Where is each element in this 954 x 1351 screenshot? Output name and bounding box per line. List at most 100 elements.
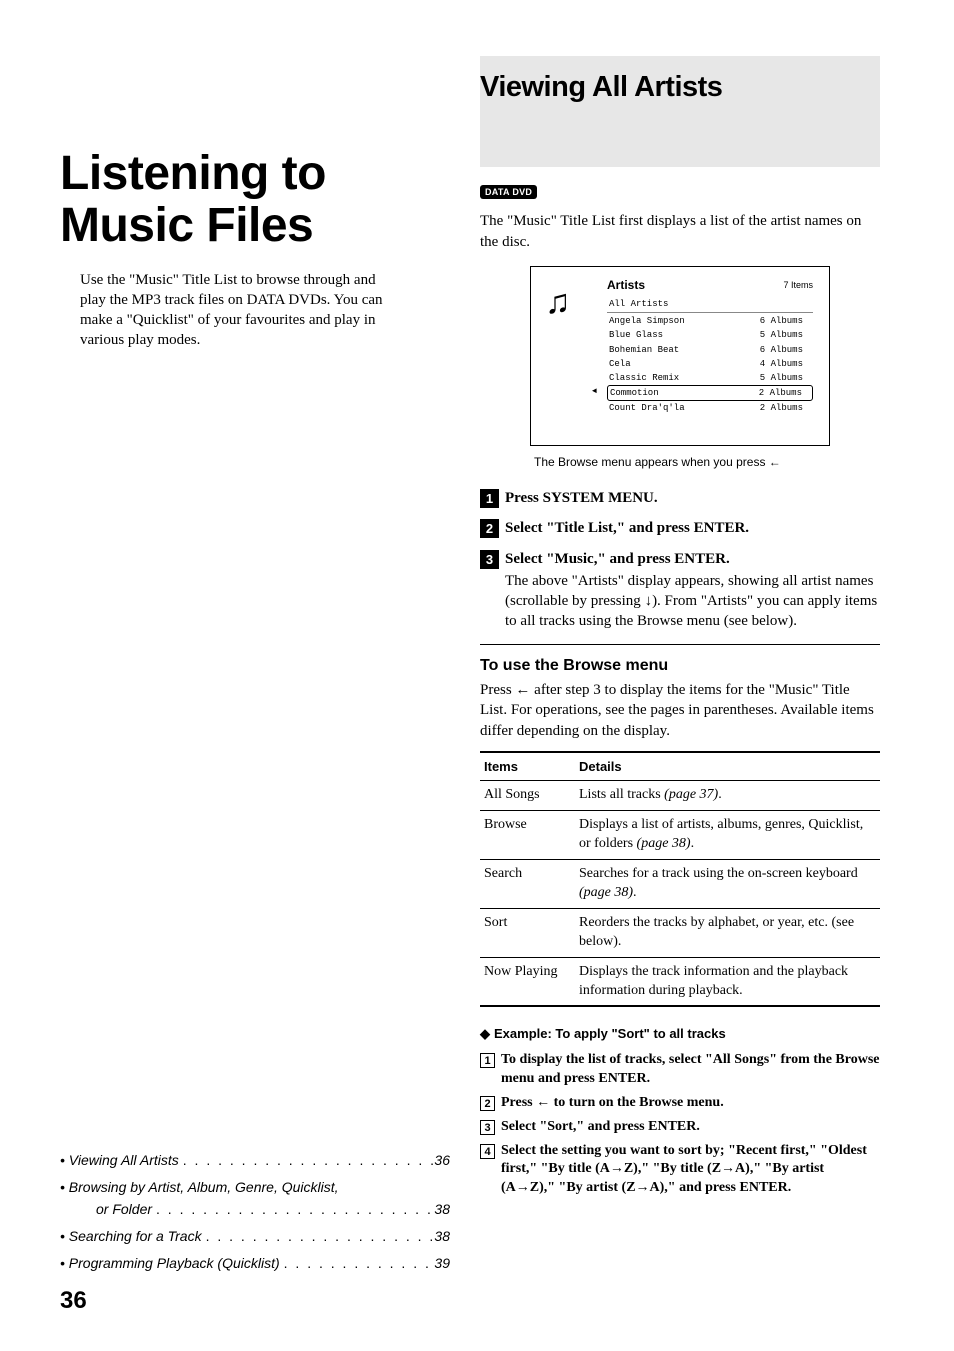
toc-dots: [179, 1151, 435, 1170]
boxed-step-number: 3: [480, 1120, 495, 1135]
step-1: 1 Press SYSTEM MENU.: [480, 488, 880, 508]
toc-page: 38: [434, 1200, 450, 1219]
example-step: 4 Select the setting you want to sort by;…: [480, 1142, 880, 1199]
toc-label-cont: or Folder: [96, 1200, 152, 1219]
table-cell-item: Sort: [480, 908, 575, 957]
section-header-band: Viewing All Artists: [480, 56, 880, 167]
boxed-step-number: 4: [480, 1144, 495, 1159]
list-item: Blue Glass5 Albums: [607, 328, 813, 342]
example-step: 3 Select "Sort," and press ENTER.: [480, 1118, 880, 1137]
toc: • Viewing All Artists 36 • Browsing by A…: [60, 1151, 450, 1273]
toc-item: • Browsing by Artist, Album, Genre, Quic…: [60, 1178, 450, 1197]
toc-dots: [280, 1254, 435, 1273]
toc-item: • Viewing All Artists 36: [60, 1151, 450, 1170]
chapter-title: Listening to Music Files: [60, 148, 450, 252]
album-count: 4 Albums: [760, 358, 811, 370]
toc-dots: [152, 1200, 434, 1219]
table-header-details: Details: [575, 752, 880, 781]
table-row: Now PlayingDisplays the track informatio…: [480, 957, 880, 1006]
step-text: Select "Title List," and press ENTER.: [505, 520, 749, 536]
table-row: SearchSearches for a track using the on-…: [480, 860, 880, 909]
step-number: 3: [480, 550, 499, 569]
list-item: Classic Remix 5 Albums: [607, 371, 813, 385]
step-number: 2: [480, 519, 499, 538]
toc-item: • Searching for a Track 38: [60, 1227, 450, 1246]
example-step: 2 Press ← to turn on the Browse menu.: [480, 1094, 880, 1113]
table-cell-item: Now Playing: [480, 957, 575, 1006]
album-count: 6 Albums: [760, 344, 811, 356]
artist-name: Count Dra'q'la: [609, 402, 739, 414]
artist-name: All Artists: [609, 298, 739, 310]
divider: [480, 644, 880, 645]
table-row: BrowseDisplays a list of artists, albums…: [480, 811, 880, 860]
boxed-step-number: 2: [480, 1096, 495, 1111]
browse-table: Items Details All SongsLists all tracks …: [480, 751, 880, 1008]
list-item: Commotion 2 Albums: [607, 385, 813, 401]
album-count: 2 Albums: [760, 402, 811, 414]
toc-item: • Programming Playback (Quicklist) 39: [60, 1254, 450, 1273]
step-number: 1: [480, 489, 499, 508]
artist-name: Classic Remix: [609, 372, 739, 384]
down-arrow-icon: ↓: [645, 593, 653, 609]
step-text: Press SYSTEM MENU.: [505, 490, 658, 506]
toc-label: • Searching for a Track: [60, 1227, 202, 1246]
page-number: 36: [60, 1285, 87, 1317]
artists-header: Artists: [607, 277, 767, 293]
browse-heading: To use the Browse menu: [480, 655, 880, 677]
table-cell-item: Browse: [480, 811, 575, 860]
toc-label: • Viewing All Artists: [60, 1151, 179, 1170]
toc-page: 38: [434, 1227, 450, 1246]
album-count: 6 Albums: [760, 315, 811, 327]
step-desc: The above "Artists" display appears, sho…: [505, 571, 880, 632]
example-step-text: To display the list of tracks, select "A…: [501, 1051, 880, 1089]
artist-name: Angela Simpson: [609, 315, 739, 327]
artist-name: Bohemian Beat: [609, 344, 739, 356]
table-cell-detail: Displays the track information and the p…: [575, 957, 880, 1006]
list-item: Angela Simpson 6 Albums: [607, 314, 813, 328]
left-arrow-icon: ←: [769, 455, 781, 469]
artists-caption: The Browse menu appears when you press ←: [534, 454, 880, 470]
artist-name: Commotion: [610, 387, 740, 399]
table-cell-detail: Lists all tracks (page 37).: [575, 781, 880, 811]
left-arrow-icon: ←: [536, 1095, 550, 1110]
example-step-text: Press ← to turn on the Browse menu.: [501, 1094, 880, 1113]
toc-page: 36: [434, 1151, 450, 1170]
list-item: Cela 4 Albums: [607, 357, 813, 371]
example-step-text: Select "Sort," and press ENTER.: [501, 1118, 880, 1137]
artists-screenshot: ♫ Artists 7 Items All Artists Angela Simp…: [530, 266, 830, 446]
toc-item-cont: or Folder 38: [60, 1200, 450, 1219]
boxed-step-number: 1: [480, 1053, 495, 1068]
example-step: 1 To display the list of tracks, select "…: [480, 1051, 880, 1089]
table-header-items: Items: [480, 752, 575, 781]
step-2: 2 Select "Title List," and press ENTER.: [480, 518, 880, 538]
artists-count: 7 Items: [783, 279, 813, 291]
album-count: 5 Albums: [760, 372, 811, 384]
example-step-text: Select the setting you want to sort by; …: [501, 1142, 880, 1199]
toc-label: • Browsing by Artist, Album, Genre, Quic…: [60, 1178, 339, 1197]
list-item: Bohemian Beat 6 Albums: [607, 343, 813, 357]
data-dvd-badge: DATA DVD: [480, 185, 537, 199]
left-arrow-icon: ←: [515, 682, 530, 698]
album-count: 5 Albums: [760, 329, 811, 341]
list-item: Count Dra'q'la 2 Albums: [607, 401, 813, 415]
toc-page: 39: [434, 1254, 450, 1273]
table-cell-detail: Displays a list of artists, albums, genr…: [575, 811, 880, 860]
diamond-icon: ◆: [480, 1026, 490, 1041]
toc-dots: [202, 1227, 435, 1246]
artist-name: Cela: [609, 358, 739, 370]
chapter-intro: Use the "Music" Title List to browse thr…: [80, 270, 388, 351]
browse-intro: Press ← after step 3 to display the item…: [480, 680, 880, 741]
section-title: Viewing All Artists: [480, 68, 880, 107]
album-count: 2 Albums: [759, 387, 810, 399]
step-3: 3 Select "Music," and press ENTER. The a…: [480, 549, 880, 632]
example-title: ◆Example: To apply "Sort" to all tracks: [480, 1025, 880, 1043]
table-cell-item: Search: [480, 860, 575, 909]
table-row: All SongsLists all tracks (page 37).: [480, 781, 880, 811]
section-intro: The "Music" Title List first displays a …: [480, 211, 880, 252]
toc-label: • Programming Playback (Quicklist): [60, 1254, 280, 1273]
step-text: Select "Music," and press ENTER.: [505, 551, 730, 567]
table-cell-detail: Reorders the tracks by alphabet, or year…: [575, 908, 880, 957]
table-cell-detail: Searches for a track using the on-screen…: [575, 860, 880, 909]
music-note-icon: ♫: [545, 285, 571, 319]
table-row: SortReorders the tracks by alphabet, or …: [480, 908, 880, 957]
